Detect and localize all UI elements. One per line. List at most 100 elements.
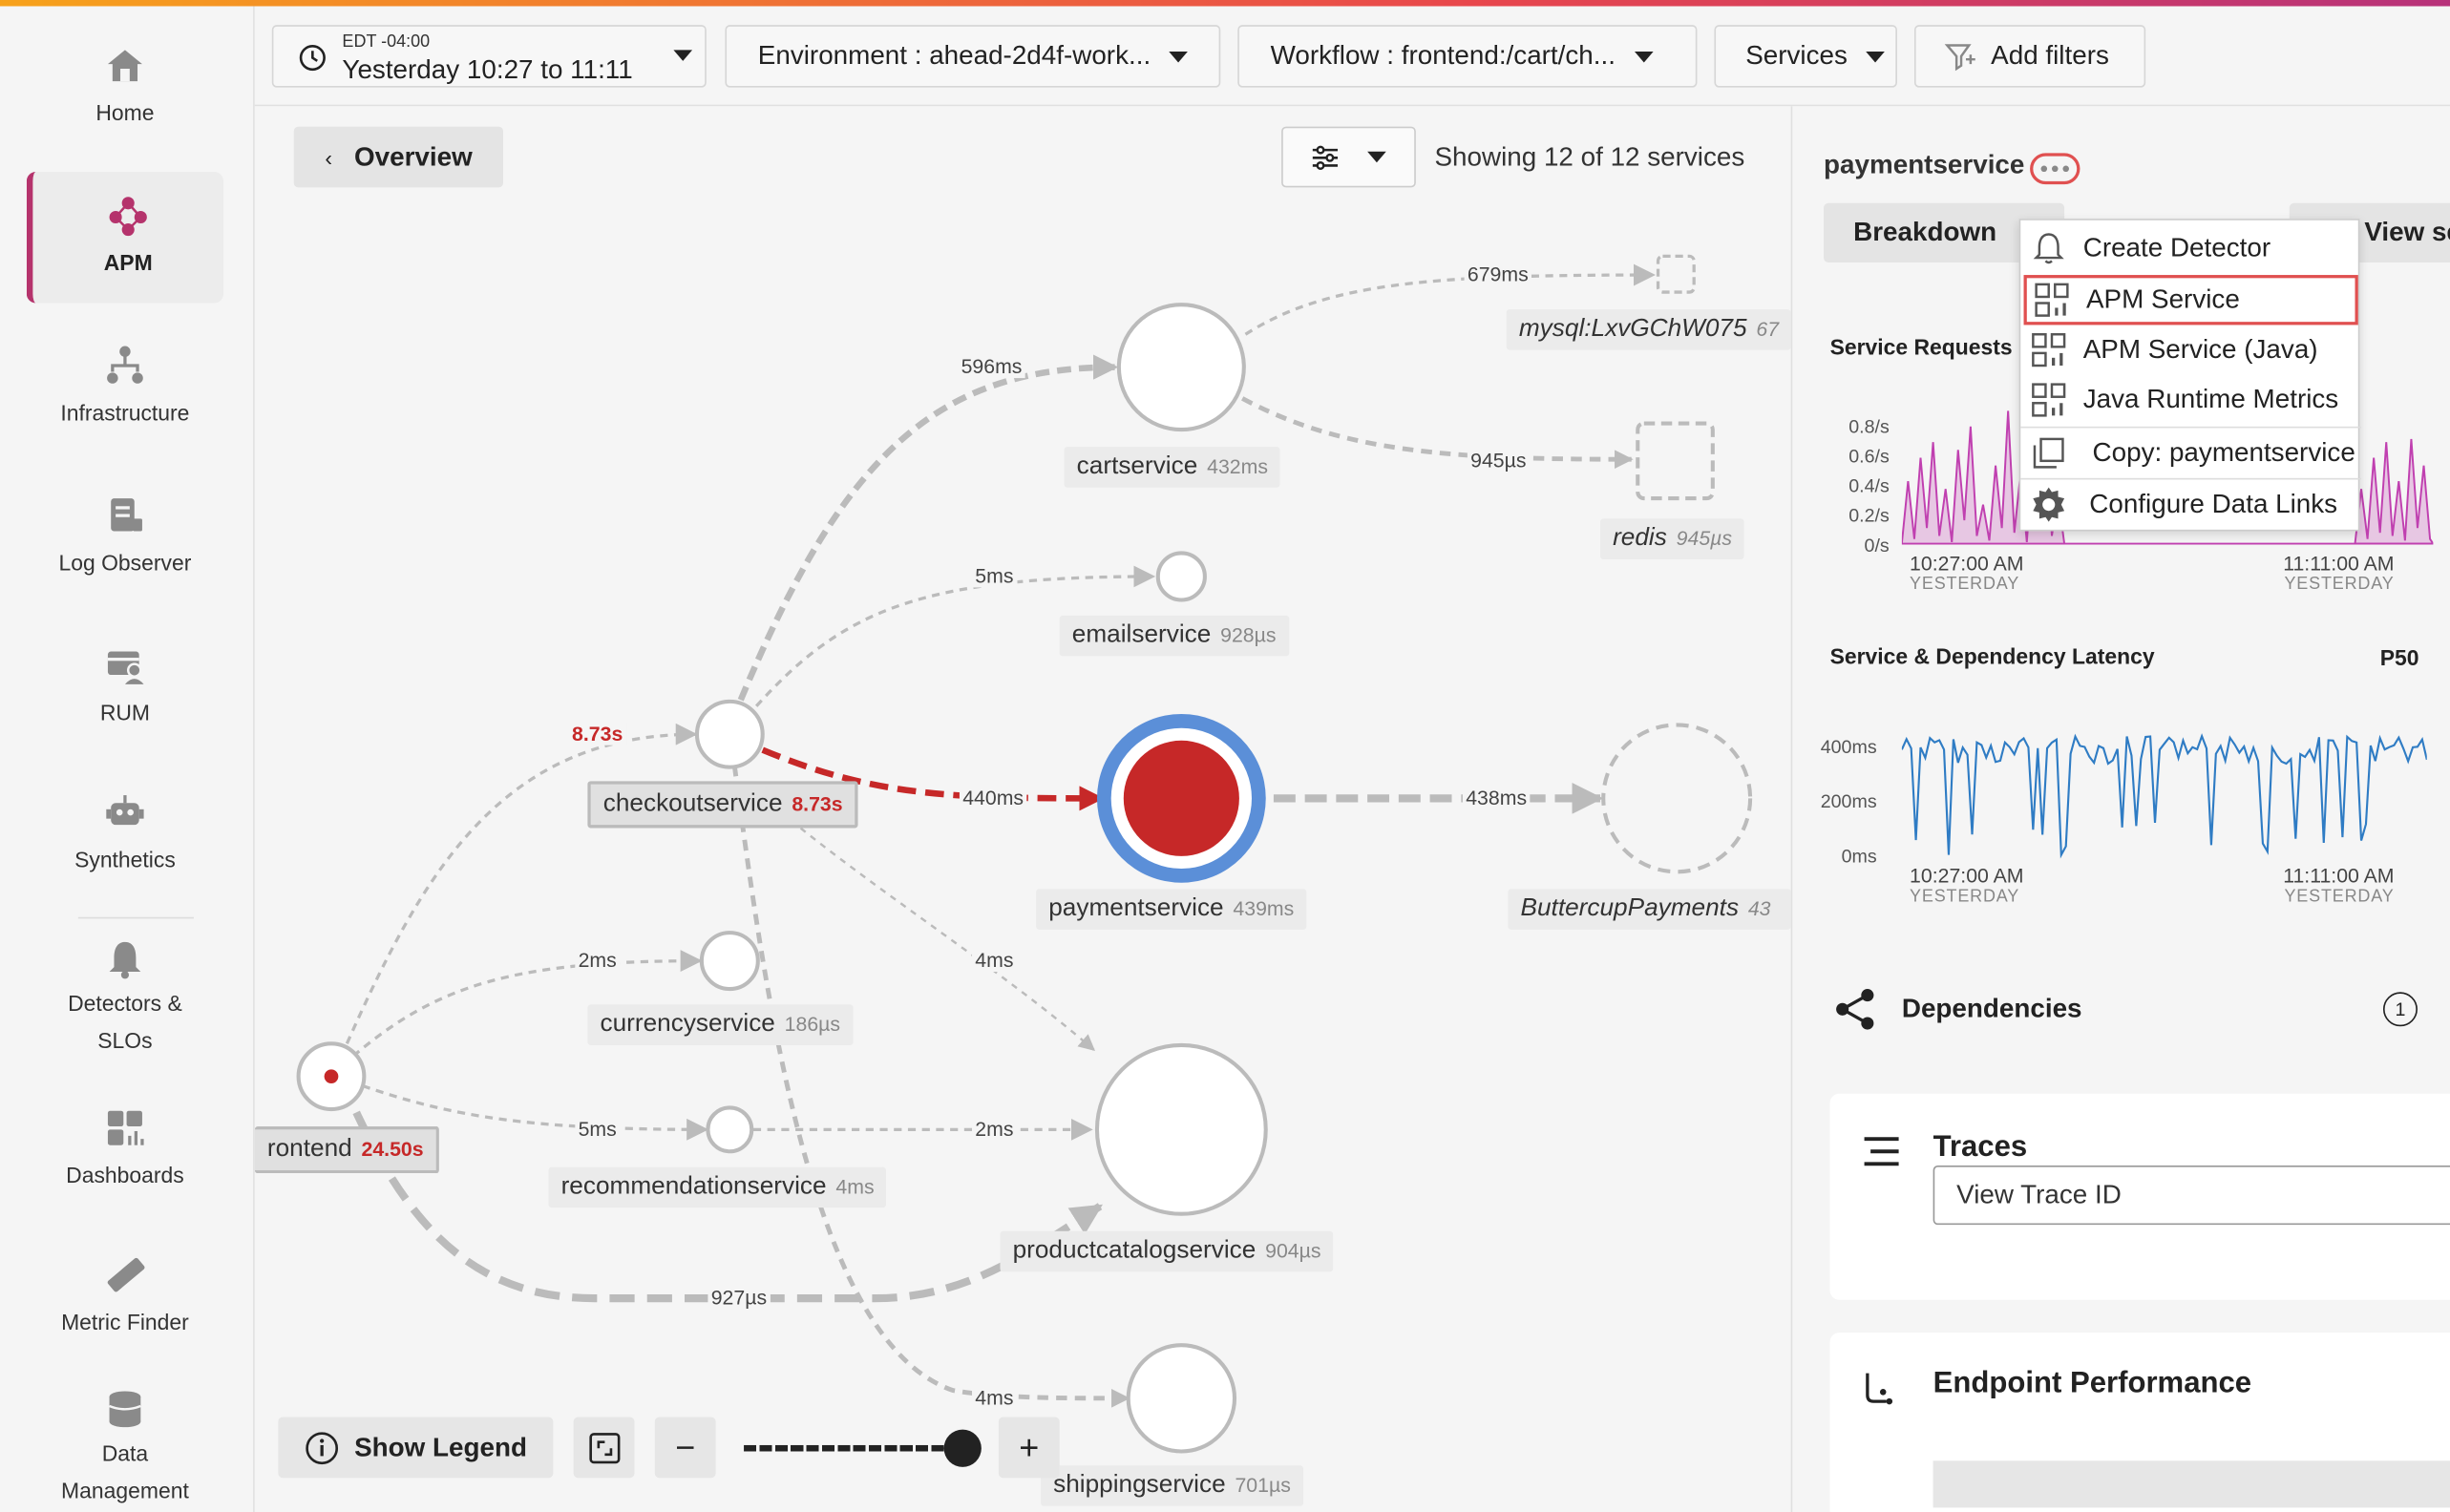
node-label-productcatalogservice[interactable]: productcatalogservice 904µs <box>1000 1230 1334 1272</box>
node-name: mysql:LxvGChW075 <box>1518 315 1747 343</box>
sidebar-item-rum[interactable]: RUM <box>27 643 223 724</box>
node-latency: 4ms <box>835 1174 875 1199</box>
node-name: shippingservice <box>1053 1471 1226 1499</box>
sidebar-item-label: RUM <box>99 700 151 725</box>
sidebar-item-label: Log Observer <box>58 550 192 576</box>
node-label-frontend[interactable]: rontend 24.50s <box>254 1126 439 1174</box>
trace-id-placeholder: View Trace ID <box>1956 1179 2122 1209</box>
sidebar-item-label: Infrastructure <box>60 399 190 426</box>
node-label-emailservice[interactable]: emailservice 928µs <box>1059 615 1289 657</box>
zoom-slider-track[interactable] <box>744 1444 963 1452</box>
menu-item-java-runtime-metrics[interactable]: Java Runtime Metrics <box>2024 375 2358 425</box>
sidebar-item-label-2: SLOs <box>97 1027 153 1054</box>
node-name: cartservice <box>1076 452 1198 480</box>
edge-label-frontend-checkout: 8.73s <box>568 722 626 746</box>
latency-chart-title: Service & Dependency Latency <box>1829 643 2155 669</box>
bell-icon <box>109 941 141 979</box>
list-icon <box>1864 1137 1899 1166</box>
node-label-currencyservice[interactable]: currencyservice 186µs <box>587 1004 854 1045</box>
chevron-down-icon <box>673 50 693 61</box>
node-latency: 701µs <box>1235 1473 1291 1497</box>
dependencies-section[interactable]: Dependencies 1 <box>1824 987 2450 1031</box>
environment-filter-label: Environment : ahead-2d4f-work... <box>757 40 1151 71</box>
requests-ytick: 0.8/s <box>1848 415 1890 438</box>
zoom-out-button[interactable]: − <box>654 1417 716 1479</box>
fit-to-screen-button[interactable] <box>573 1417 635 1479</box>
node-name: emailservice <box>1071 621 1212 649</box>
services-filter[interactable]: Services <box>1714 25 1897 88</box>
node-emailservice <box>1155 551 1207 602</box>
workflow-filter[interactable]: Workflow : frontend:/cart/ch... <box>1237 25 1698 88</box>
latency-chart <box>1901 733 2427 859</box>
zoom-slider-handle[interactable] <box>943 1429 982 1467</box>
view-service-label: View se <box>2364 217 2450 247</box>
requests-ytick: 0.2/s <box>1848 504 1890 527</box>
menu-item-apm-service[interactable]: APM Service <box>2023 275 2358 326</box>
edge-label-checkout-product: 4ms <box>972 948 1017 973</box>
latency-percentile: P50 <box>2379 644 2419 671</box>
panel-service-title: paymentservice <box>1824 150 2025 180</box>
sidebar-item-dashboards[interactable]: Dashboards <box>27 1106 223 1187</box>
trace-id-input[interactable]: View Trace ID <box>1933 1165 2450 1226</box>
menu-item-label: APM Service <box>2085 284 2240 314</box>
show-legend-label: Show Legend <box>354 1432 527 1462</box>
sidebar-item-synthetics[interactable]: Synthetics <box>27 790 223 872</box>
sidebar-item-infrastructure[interactable]: Infrastructure <box>27 344 223 425</box>
menu-item-apm-service-java[interactable]: APM Service (Java) <box>2024 325 2358 374</box>
menu-item-label: Java Runtime Metrics <box>2082 384 2339 414</box>
node-currencyservice <box>699 931 760 992</box>
more-options-icon[interactable] <box>2030 153 2080 185</box>
node-label-buttercuppayments[interactable]: ButtercupPayments 43 <box>1508 889 1791 930</box>
services-filter-label: Services <box>1745 40 1848 71</box>
node-label-mysql[interactable]: mysql:LxvGChW075 67 <box>1506 309 1791 350</box>
requests-chart-title: Service Requests <box>1829 334 2013 360</box>
menu-item-create-detector[interactable]: Create Detector <box>2024 223 2358 273</box>
node-label-checkoutservice[interactable]: checkoutservice 8.73s <box>587 781 858 829</box>
share-icon <box>1836 989 1874 1030</box>
environment-filter[interactable]: Environment : ahead-2d4f-work... <box>725 25 1221 88</box>
sliders-icon <box>1312 144 1339 170</box>
sidebar-item-label-2: Management <box>61 1478 189 1503</box>
time-range-picker[interactable]: EDT -04:00 Yesterday 10:27 to 11:11 <box>271 25 707 88</box>
sidebar-item-detectors[interactable]: Detectors & SLOs <box>27 937 223 1060</box>
traces-card: Traces View Trace ID <box>1829 1093 2450 1300</box>
zoom-in-button[interactable]: + <box>998 1417 1060 1479</box>
ruler-icon <box>107 1257 145 1292</box>
sidebar-item-data-management[interactable]: Data Management <box>27 1387 223 1509</box>
node-latency: 432ms <box>1207 454 1269 478</box>
node-frontend-error-dot <box>324 1069 339 1084</box>
add-filters-button[interactable]: Add filters <box>1913 25 2146 88</box>
edge-label-payment-buttercup: 438ms <box>1462 786 1531 809</box>
overview-back-button[interactable]: ‹ Overview <box>293 126 504 188</box>
sidebar-item-label: Synthetics <box>74 847 176 872</box>
node-label-paymentservice[interactable]: paymentservice 439ms <box>1036 889 1307 930</box>
sidebar-item-home[interactable]: Home <box>27 44 223 125</box>
node-checkoutservice <box>694 699 765 769</box>
map-settings-button[interactable] <box>1281 126 1416 188</box>
show-legend-button[interactable]: Show Legend <box>278 1417 554 1479</box>
breakdown-label: Breakdown <box>1853 217 1997 247</box>
latency-ytick: 0ms <box>1841 845 1877 868</box>
node-label-shippingservice[interactable]: shippingservice 701µs <box>1041 1465 1303 1506</box>
gear-icon <box>2033 487 2065 522</box>
edge-cart-redis <box>1241 396 1634 470</box>
filter-add-icon <box>1944 44 1975 72</box>
node-label-recommendationservice[interactable]: recommendationservice 4ms <box>548 1166 887 1208</box>
node-label-redis[interactable]: redis 945µs <box>1599 518 1745 559</box>
sidebar-item-metric-finder[interactable]: Metric Finder <box>27 1253 223 1334</box>
rum-icon <box>107 651 144 684</box>
menu-item-label: APM Service (Java) <box>2082 334 2318 365</box>
sidebar-item-apm[interactable]: APM <box>26 172 224 304</box>
node-name: currencyservice <box>600 1010 775 1038</box>
node-latency: 945µs <box>1676 526 1733 551</box>
node-label-cartservice[interactable]: cartservice 432ms <box>1064 447 1281 488</box>
sidebar-item-log-observer[interactable]: Log Observer <box>27 494 223 575</box>
sidebar-item-label: Metric Finder <box>61 1309 189 1334</box>
edge-label-cart-mysql: 679ms <box>1464 262 1532 286</box>
latency-ytick: 400ms <box>1820 735 1877 758</box>
menu-item-copy-service[interactable]: Copy: paymentservice <box>2024 428 2358 477</box>
edge-checkout-shipping <box>731 765 1130 1408</box>
dashboard-icon <box>107 1110 144 1145</box>
menu-item-configure-data-links[interactable]: Configure Data Links <box>2024 479 2358 529</box>
node-name: recommendationservice <box>560 1173 827 1200</box>
